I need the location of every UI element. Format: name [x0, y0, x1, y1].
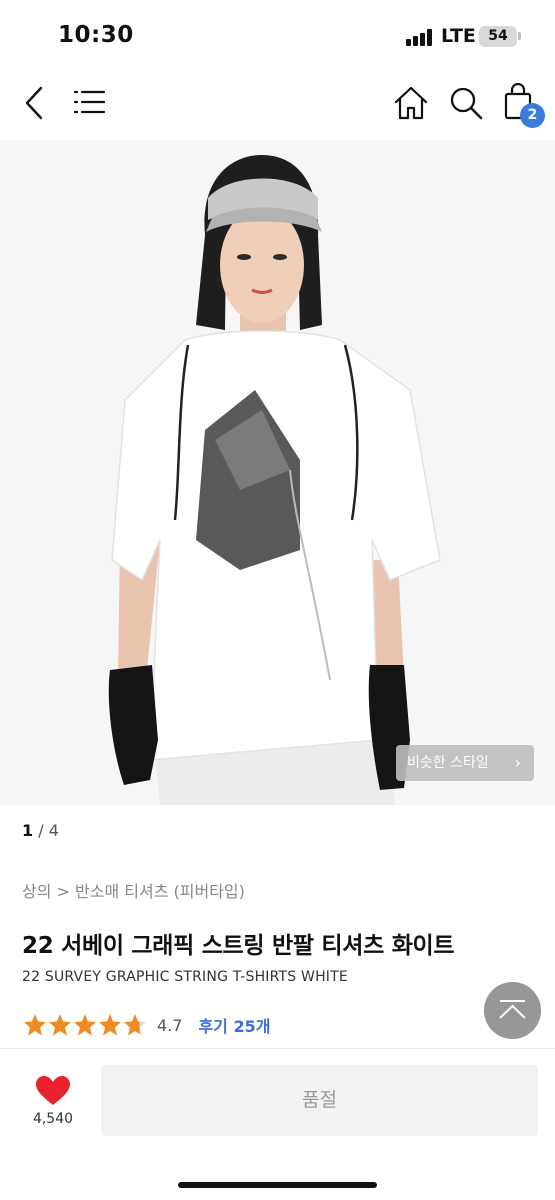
network-label: LTE: [441, 25, 476, 47]
signal-icon: [406, 29, 434, 46]
top-nav-bar: [0, 70, 555, 140]
home-icon[interactable]: [393, 85, 429, 121]
star-icon: [99, 1014, 121, 1036]
heart-icon: [36, 1076, 70, 1105]
similar-style-label: 비슷한 스타일: [407, 755, 489, 771]
model-photo: [0, 140, 555, 805]
back-icon[interactable]: [22, 85, 48, 121]
star-icon: [49, 1014, 71, 1036]
status-bar: 10:30 LTE 54: [0, 0, 555, 70]
star-icon: [74, 1014, 96, 1036]
status-time: 10:30: [58, 22, 134, 48]
wish-count: 4,540: [32, 1111, 74, 1127]
battery-level: 54: [488, 28, 508, 44]
product-image[interactable]: [0, 140, 555, 805]
current-image-index: 1: [22, 821, 34, 840]
menu-icon[interactable]: [72, 89, 106, 115]
cart-count-badge: 2: [520, 103, 545, 128]
star-icon: [24, 1014, 46, 1036]
sold-out-button[interactable]: 품절: [101, 1065, 538, 1136]
rating-row: 4.7 후기 25개: [22, 1012, 270, 1038]
product-title: 22 서베이 그래픽 스트링 반팔 티셔츠 화이트: [22, 933, 455, 959]
breadcrumb[interactable]: 상의 > 반소매 티셔츠 (피버타입): [22, 878, 245, 902]
similar-style-button[interactable]: 비슷한 스타일 ›: [396, 745, 534, 781]
image-pager: 1 / 4: [22, 821, 59, 840]
battery-icon: 54: [479, 26, 517, 47]
total-image-count: 4: [48, 821, 59, 840]
rating-stars: [22, 1013, 147, 1037]
pager-separator: /: [38, 821, 49, 840]
product-subtitle: 22 SURVEY GRAPHIC STRING T-SHIRTS WHITE: [22, 969, 348, 985]
chevron-right-icon: ›: [514, 753, 521, 772]
battery-cap: [518, 32, 521, 40]
review-link[interactable]: 후기 25개: [198, 1013, 270, 1037]
divider: [0, 1048, 555, 1049]
scroll-top-button[interactable]: [484, 982, 541, 1039]
rating-value: 4.7: [157, 1015, 183, 1035]
home-indicator: [178, 1182, 377, 1188]
search-icon[interactable]: [448, 85, 484, 121]
star-icon: [124, 1014, 146, 1036]
